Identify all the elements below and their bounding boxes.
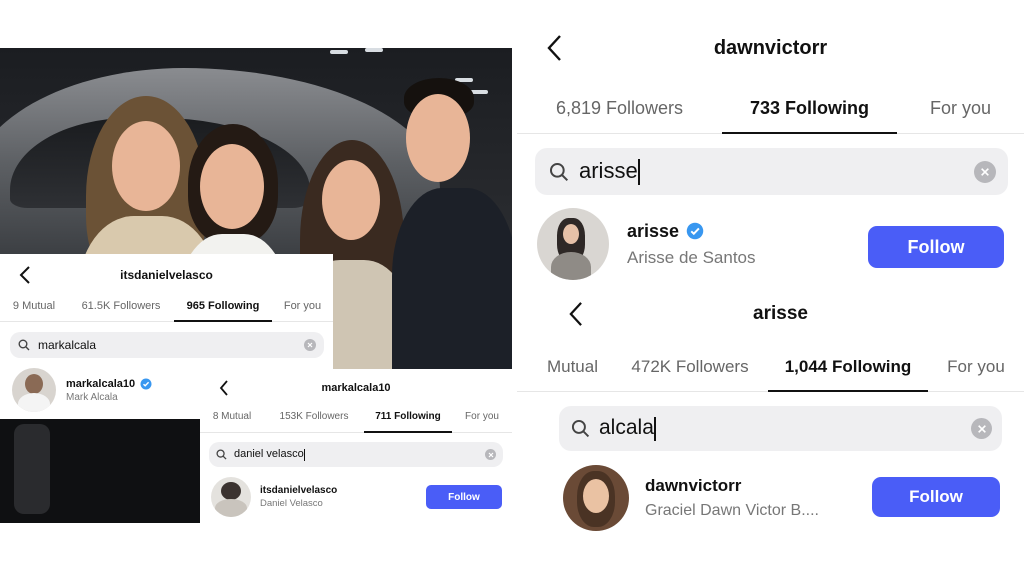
username: dawnvictorr — [645, 476, 742, 495]
tab-mutual[interactable]: 8 Mutual — [200, 401, 264, 432]
full-name: Mark Alcala — [66, 391, 118, 403]
tab-following[interactable]: 733 Following — [722, 83, 897, 134]
verified-badge-icon — [686, 222, 704, 240]
follow-tabs: 8 Mutual 153K Followers 711 Following Fo… — [200, 401, 512, 433]
clear-icon[interactable] — [971, 418, 992, 439]
search-input[interactable]: markalcala — [10, 332, 324, 358]
tab-mutual[interactable]: 9 Mutual — [0, 290, 68, 321]
panel-arisse: arisse Mutual 472K Followers 1,044 Follo… — [517, 290, 1024, 542]
follow-button[interactable]: Follow — [872, 477, 1000, 517]
tab-for-you[interactable]: For you — [272, 290, 333, 321]
follow-tabs: 9 Mutual 61.5K Followers 965 Following F… — [0, 290, 333, 322]
search-value-text: daniel velasco — [234, 448, 304, 461]
text-caret — [303, 448, 306, 461]
avatar — [537, 208, 609, 280]
search-value-text: alcala — [599, 416, 654, 440]
search-input[interactable]: alcala — [559, 406, 1002, 451]
nav-header: itsdanielvelasco — [0, 260, 333, 290]
follow-tabs: 6,819 Followers 733 Following For you — [517, 83, 1024, 134]
tab-for-you[interactable]: For you — [452, 401, 512, 432]
search-value-text: arisse — [579, 157, 638, 183]
text-caret — [653, 416, 656, 441]
verified-badge-icon — [140, 378, 152, 390]
list-item[interactable]: itsdanielvelasco Daniel Velasco Follow — [200, 475, 512, 519]
search-value: arisse — [579, 157, 640, 186]
photo-shadow-area — [0, 418, 200, 523]
clear-icon[interactable] — [485, 449, 496, 460]
search-icon — [216, 449, 227, 460]
tab-mutual[interactable]: Mutual — [517, 342, 612, 391]
follow-button[interactable]: Follow — [868, 226, 1004, 268]
tab-followers[interactable]: 61.5K Followers — [68, 290, 174, 321]
list-item[interactable]: arisse Arisse de Santos Follow — [517, 206, 1024, 282]
page-title: arisse — [753, 303, 808, 324]
full-name: Daniel Velasco — [260, 498, 323, 509]
username: markalcala10 — [66, 378, 152, 390]
tab-for-you[interactable]: For you — [928, 342, 1024, 391]
search-input[interactable]: daniel velasco — [209, 442, 503, 467]
search-value: daniel velasco — [234, 448, 306, 461]
chevron-left-icon[interactable] — [563, 297, 587, 331]
avatar — [211, 477, 251, 517]
panel-dawnvictorr: dawnvictorr 6,819 Followers 733 Followin… — [517, 0, 1024, 290]
search-value: markalcala — [38, 338, 97, 352]
tab-following[interactable]: 711 Following — [364, 401, 452, 433]
nav-header: dawnvictorr — [517, 26, 1024, 70]
search-icon — [549, 162, 569, 182]
nav-header: arisse — [517, 292, 1024, 336]
chevron-left-icon[interactable] — [214, 378, 234, 398]
panel-markalcala10: markalcala10 8 Mutual 153K Followers 711… — [200, 369, 512, 523]
username: itsdanielvelasco — [260, 485, 338, 496]
tab-following[interactable]: 1,044 Following — [768, 342, 928, 392]
search-icon — [18, 339, 30, 351]
clear-icon[interactable] — [974, 161, 996, 183]
tab-followers[interactable]: 472K Followers — [612, 342, 768, 391]
text-caret — [637, 159, 640, 186]
follow-button[interactable]: Follow — [426, 485, 502, 509]
list-item[interactable]: dawnvictorr Graciel Dawn Victor B.... Fo… — [517, 462, 1024, 534]
ceiling-light — [330, 50, 348, 54]
search-value: alcala — [599, 416, 656, 441]
person-4 — [392, 78, 512, 408]
ceiling-light — [365, 48, 383, 52]
tab-for-you[interactable]: For you — [897, 83, 1024, 133]
chevron-left-icon[interactable] — [14, 264, 36, 286]
username: arisse — [627, 221, 756, 242]
search-input[interactable]: arisse — [535, 148, 1008, 195]
username-text: arisse — [627, 220, 680, 241]
page-title: itsdanielvelasco — [120, 268, 213, 282]
tab-following[interactable]: 965 Following — [174, 290, 272, 322]
full-name: Graciel Dawn Victor B.... — [645, 502, 819, 519]
avatar — [12, 368, 56, 412]
full-name: Arisse de Santos — [627, 247, 756, 267]
page-title: dawnvictorr — [713, 36, 828, 59]
follow-tabs: Mutual 472K Followers 1,044 Following Fo… — [517, 342, 1024, 392]
clear-icon[interactable] — [304, 339, 316, 351]
search-icon — [571, 419, 590, 438]
avatar — [563, 465, 629, 531]
username-text: markalcala10 — [66, 377, 136, 390]
page-title: markalcala10 — [321, 382, 391, 394]
chevron-left-icon[interactable] — [541, 31, 567, 65]
tab-followers[interactable]: 153K Followers — [264, 401, 364, 432]
nav-header: markalcala10 — [200, 374, 512, 402]
tab-followers[interactable]: 6,819 Followers — [517, 83, 722, 133]
